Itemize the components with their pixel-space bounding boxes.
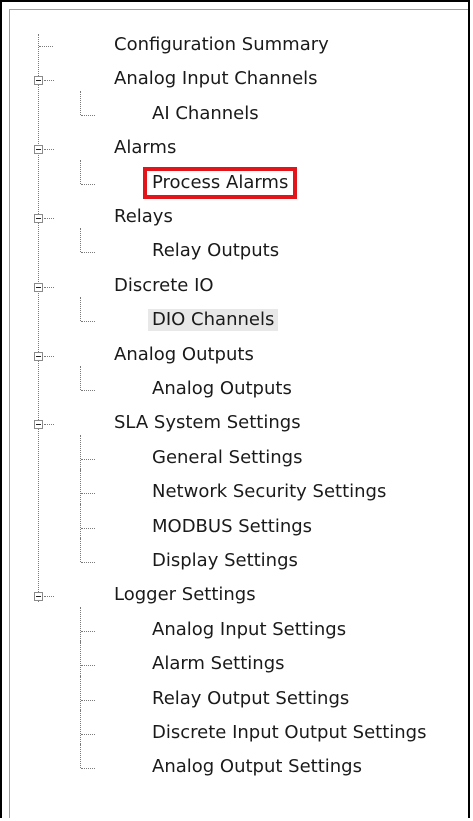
tree-connector bbox=[44, 218, 54, 219]
tree-connector bbox=[81, 114, 95, 116]
tree-item-label[interactable]: Analog Input Settings bbox=[148, 619, 350, 641]
tree-item-analog-output-settings[interactable]: Analog Output Settings bbox=[10, 744, 470, 784]
collapse-icon[interactable] bbox=[34, 592, 43, 602]
tree-connector bbox=[81, 665, 95, 667]
tree-item-modbus-settings[interactable]: MODBUS Settings bbox=[10, 503, 470, 544]
tree-item-label[interactable]: Relay Output Settings bbox=[148, 688, 353, 710]
tree-connector bbox=[81, 699, 95, 701]
collapse-icon[interactable] bbox=[34, 145, 43, 155]
collapse-icon[interactable] bbox=[34, 351, 43, 361]
tree-connector bbox=[44, 80, 54, 82]
tree-item-label[interactable]: Logger Settings bbox=[110, 584, 260, 606]
tree-item-label[interactable]: Discrete IO bbox=[110, 275, 218, 297]
tree-item-label[interactable]: Relay Outputs bbox=[148, 240, 283, 262]
tree-item-label[interactable]: Analog Output Settings bbox=[148, 756, 366, 778]
tree-connector bbox=[81, 493, 95, 495]
tree-connector bbox=[44, 286, 54, 288]
tree-connector bbox=[81, 630, 95, 632]
tree-connector bbox=[81, 734, 95, 735]
tree-item-sla-system-settings[interactable]: SLA System Settings bbox=[10, 406, 470, 440]
tree-item-label[interactable]: MODBUS Settings bbox=[148, 516, 316, 538]
tree-connector bbox=[81, 527, 95, 529]
tree-item-label[interactable]: Relays bbox=[110, 206, 177, 228]
collapse-icon[interactable] bbox=[34, 420, 43, 430]
tree-connector bbox=[44, 596, 54, 598]
tree-connector bbox=[80, 538, 81, 562]
tree-item-label[interactable]: Analog Input Channels bbox=[110, 68, 322, 90]
tree-connector bbox=[80, 606, 81, 644]
tree-connector bbox=[81, 458, 95, 460]
tree-item-label[interactable]: AI Channels bbox=[148, 103, 263, 125]
tree-item-network-security-settings[interactable]: Network Security Settings bbox=[10, 469, 470, 509]
tree-item-logger-settings[interactable]: Logger Settings bbox=[10, 578, 470, 612]
tree-connector bbox=[80, 297, 81, 322]
tree-item-label[interactable]: Analog Outputs bbox=[148, 378, 296, 400]
navigation-tree-panel: Configuration Summary Analog Input Channe… bbox=[0, 0, 470, 818]
tree-item-label[interactable]: Configuration Summary bbox=[110, 34, 333, 56]
tree-item-label[interactable]: General Settings bbox=[148, 447, 307, 469]
tree-item-config-summary[interactable]: Configuration Summary bbox=[10, 28, 470, 62]
collapse-icon[interactable] bbox=[34, 282, 43, 292]
tree-item-analog-input-settings[interactable]: Analog Input Settings bbox=[10, 606, 470, 647]
tree-item-alarm-settings[interactable]: Alarm Settings bbox=[10, 641, 470, 681]
tree-item-label[interactable]: Analog Outputs bbox=[110, 344, 258, 366]
collapse-icon[interactable] bbox=[34, 76, 43, 86]
collapse-icon[interactable] bbox=[34, 214, 43, 223]
tree-connector bbox=[81, 562, 95, 563]
tree-connector bbox=[80, 469, 81, 506]
tree-item-label[interactable]: Alarms bbox=[110, 137, 180, 159]
tree-connector bbox=[81, 252, 95, 254]
tree-item-analog-input-channels[interactable]: Analog Input Channels bbox=[10, 62, 470, 96]
tree-connector bbox=[81, 321, 95, 323]
tree-connector bbox=[80, 90, 81, 115]
tree-connector bbox=[44, 355, 54, 357]
tree-item-label[interactable]: SLA System Settings bbox=[110, 412, 305, 434]
tree-view: Configuration Summary Analog Input Channe… bbox=[9, 9, 468, 818]
tree-container: Configuration Summary Analog Input Channe… bbox=[10, 10, 468, 818]
tree-item-relays[interactable]: Relays bbox=[10, 200, 470, 234]
tree-connector bbox=[81, 183, 95, 185]
tree-connector bbox=[44, 424, 54, 426]
tree-item-alarms[interactable]: Alarms bbox=[10, 131, 470, 165]
tree-item-relay-outputs[interactable]: Relay Outputs bbox=[10, 228, 470, 268]
tree-connector bbox=[80, 159, 81, 184]
tree-item-label[interactable]: Display Settings bbox=[148, 550, 302, 572]
tree-connector bbox=[80, 503, 81, 540]
tree-item-discrete-input-output-settings[interactable]: Discrete Input Output Settings bbox=[10, 710, 470, 750]
tree-item-ai-channels[interactable]: AI Channels bbox=[10, 90, 470, 131]
tree-item-label[interactable]: Process Alarms bbox=[142, 166, 298, 199]
tree-item-analog-outputs-child[interactable]: Analog Outputs bbox=[10, 366, 470, 406]
tree-connector bbox=[80, 434, 81, 472]
tree-connector bbox=[80, 744, 81, 769]
tree-connector bbox=[39, 46, 53, 47]
tree-item-display-settings[interactable]: Display Settings bbox=[10, 538, 470, 578]
tree-connector bbox=[44, 149, 54, 151]
tree-item-label[interactable]: Network Security Settings bbox=[148, 481, 390, 503]
tree-connector bbox=[81, 390, 95, 391]
tree-item-dio-channels[interactable]: DIO Channels bbox=[10, 297, 470, 337]
tree-item-discrete-io[interactable]: Discrete IO bbox=[10, 269, 470, 303]
tree-item-label[interactable]: Alarm Settings bbox=[148, 653, 289, 675]
tree-connector bbox=[80, 228, 81, 253]
tree-connector bbox=[80, 366, 81, 390]
tree-item-process-alarms[interactable]: Process Alarms bbox=[10, 159, 470, 200]
tree-connector bbox=[81, 768, 95, 770]
tree-item-label[interactable]: DIO Channels bbox=[148, 309, 279, 332]
tree-connector bbox=[80, 710, 81, 747]
tree-item-general-settings[interactable]: General Settings bbox=[10, 434, 470, 475]
tree-item-label[interactable]: Discrete Input Output Settings bbox=[148, 722, 430, 744]
tree-item-analog-outputs[interactable]: Analog Outputs bbox=[10, 338, 470, 372]
tree-connector bbox=[80, 641, 81, 678]
tree-connector bbox=[80, 675, 81, 712]
tree-item-relay-output-settings[interactable]: Relay Output Settings bbox=[10, 675, 470, 716]
